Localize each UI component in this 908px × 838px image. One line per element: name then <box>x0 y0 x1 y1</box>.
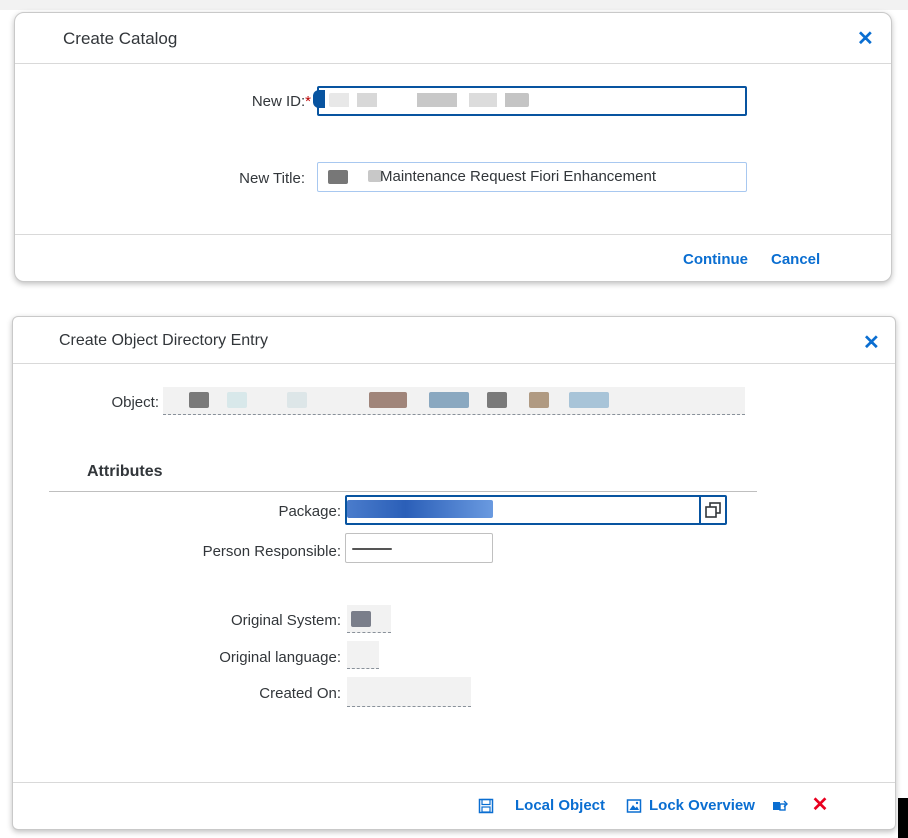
create-catalog-dialog: Create Catalog ✕ New ID:* New Title: Mai… <box>14 12 892 282</box>
redacted-value <box>329 93 529 107</box>
background-gap <box>0 290 908 316</box>
dialog-footer: Local Object Lock Overview ✕ <box>13 782 895 829</box>
required-marker: * <box>305 93 311 110</box>
new-title-label: New Title: <box>239 170 305 187</box>
object-field <box>163 387 745 415</box>
new-id-input[interactable] <box>317 86 747 116</box>
create-object-directory-entry-dialog: Create Object Directory Entry ✕ Object: … <box>12 316 896 830</box>
background-strip <box>0 0 908 10</box>
redacted-value <box>487 392 507 408</box>
original-system-label: Original System: <box>230 612 341 629</box>
dialog-title: Create Catalog <box>63 29 178 48</box>
dialog-header: Create Object Directory Entry ✕ <box>13 317 895 364</box>
package-input[interactable] <box>345 495 727 525</box>
created-on-field <box>347 677 471 707</box>
redacted-value <box>287 392 307 408</box>
object-label: Object: <box>111 394 159 411</box>
person-responsible-input[interactable] <box>345 533 493 563</box>
original-language-label: Original language: <box>219 649 341 666</box>
focus-indicator <box>313 90 325 108</box>
original-system-field <box>347 605 391 633</box>
new-id-label: New ID:* <box>215 93 311 110</box>
redacted-value <box>529 392 549 408</box>
redacted-value <box>369 392 407 408</box>
close-icon[interactable]: ✕ <box>857 26 874 51</box>
redacted-value <box>189 392 209 408</box>
lock-overview-button[interactable]: Lock Overview <box>649 797 755 814</box>
person-responsible-label: Person Responsible: <box>163 543 341 560</box>
dialog-footer: Continue Cancel <box>15 234 891 281</box>
transport-icon[interactable] <box>769 795 791 817</box>
redacted-value <box>227 392 247 408</box>
continue-button[interactable]: Continue <box>683 251 748 268</box>
dialog-title: Create Object Directory Entry <box>59 332 268 349</box>
attributes-section-title: Attributes <box>87 463 163 480</box>
cancel-x-icon[interactable]: ✕ <box>809 793 831 816</box>
new-id-label-text: New ID: <box>251 93 306 110</box>
new-title-input[interactable]: Maintenance Request Fiori Enhancement <box>317 162 747 192</box>
local-object-button[interactable]: Local Object <box>515 797 605 814</box>
section-divider <box>49 491 757 492</box>
redacted-value <box>429 392 469 408</box>
value-help-icon[interactable] <box>703 500 723 520</box>
person-responsible-label-text: Person Responsible: <box>202 543 341 560</box>
package-label: Package: <box>278 503 341 520</box>
save-icon[interactable] <box>475 795 497 817</box>
original-language-field <box>347 641 379 669</box>
lock-overview-icon[interactable] <box>623 795 645 817</box>
redacted-value <box>569 392 609 408</box>
redacted-value <box>352 548 392 550</box>
close-icon[interactable]: ✕ <box>863 330 880 355</box>
new-title-value: Maintenance Request Fiori Enhancement <box>380 168 656 185</box>
created-on-label: Created On: <box>259 685 341 702</box>
redacted-value <box>351 611 371 627</box>
dialog-header: Create Catalog ✕ <box>15 13 891 64</box>
redacted-prefix <box>328 170 348 184</box>
redacted-value <box>347 500 493 518</box>
cancel-button[interactable]: Cancel <box>771 251 820 268</box>
corner-mark <box>898 798 908 838</box>
value-help-divider <box>699 497 701 523</box>
